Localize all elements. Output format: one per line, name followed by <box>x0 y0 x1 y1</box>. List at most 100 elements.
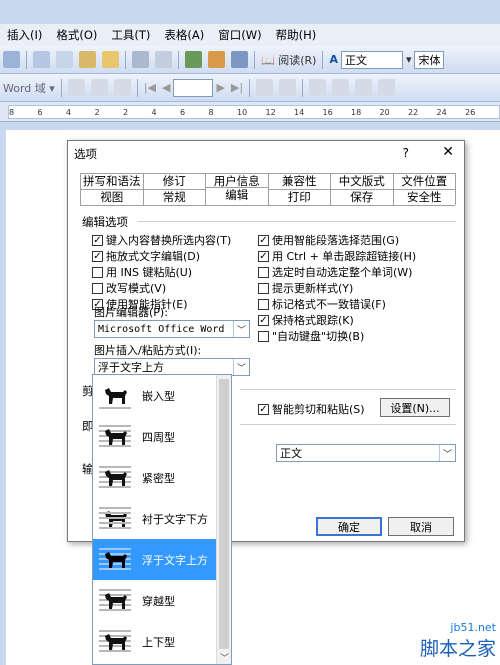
merge-to-printer-icon[interactable] <box>332 79 350 96</box>
ok-button[interactable]: 确定 <box>316 517 382 536</box>
menu-item[interactable]: 插入(I) <box>0 27 49 43</box>
edit-option-checkbox[interactable]: 标记格式不一致错误(F) <box>258 296 386 312</box>
wrap-option-item[interactable]: 上下型 <box>93 621 231 662</box>
merge-to-document-icon[interactable] <box>309 79 327 96</box>
menu-item[interactable]: 帮助(H) <box>269 27 324 43</box>
word-field-button[interactable]: Word 域 ▾ <box>3 80 55 96</box>
checkbox-box[interactable] <box>92 266 103 278</box>
tables-borders-icon[interactable] <box>208 51 225 68</box>
edit-option-checkbox[interactable]: ✓ 拖放式文字编辑(D) <box>92 248 200 264</box>
wrap-option-item[interactable]: 紧密型 <box>93 457 231 498</box>
wrap-style-dog-icon <box>99 628 131 656</box>
tab-修订[interactable]: 修订 <box>142 173 206 189</box>
checkbox-box[interactable]: ✓ <box>92 234 103 246</box>
section-divider <box>138 221 456 222</box>
chevron-down-icon[interactable]: ﹀ <box>233 321 249 337</box>
redo-icon[interactable] <box>155 51 172 68</box>
view-merged-data-icon[interactable] <box>67 79 85 96</box>
menu-item[interactable]: 窗口(W) <box>211 27 268 43</box>
chevron-down-icon[interactable]: ﹀ <box>220 651 229 664</box>
settings-button[interactable]: 设置(N)... <box>380 398 450 417</box>
checkbox-box[interactable]: ✓ <box>258 250 269 262</box>
tab-中文版式[interactable]: 中文版式 <box>330 173 394 189</box>
edit-option-checkbox[interactable]: ✓ 保持格式跟踪(K) <box>258 312 354 328</box>
chevron-down-icon[interactable]: ﹀ <box>439 445 455 461</box>
edit-option-checkbox[interactable]: ✓ 键入内容替换所选内容(T) <box>92 232 231 248</box>
smart-cut-paste-checkbox[interactable]: ✓ 智能剪切和粘贴(S) <box>258 401 365 417</box>
undo-icon[interactable] <box>132 51 149 68</box>
cancel-button[interactable]: 取消 <box>388 517 454 536</box>
last-record-icon[interactable]: ▶| <box>231 81 243 94</box>
record-number-input[interactable] <box>173 78 214 97</box>
chevron-down-icon[interactable]: ﹀ <box>233 359 249 375</box>
checkbox-box[interactable]: ✓ <box>258 234 269 246</box>
wrap-option-item[interactable]: 四周型 <box>93 416 231 457</box>
insert-table-icon[interactable] <box>231 51 248 68</box>
default-style-select[interactable]: 正文 ﹀ <box>276 444 456 462</box>
menu-item[interactable]: 表格(A) <box>157 27 211 43</box>
tab-拼写和语法[interactable]: 拼写和语法 <box>80 173 144 189</box>
dropdown-scrollbar[interactable]: ﹀ <box>216 375 231 664</box>
edit-option-checkbox[interactable]: 改写模式(V) <box>92 280 166 296</box>
wrap-option-item[interactable]: 穿越型 <box>93 580 231 621</box>
edit-option-checkbox[interactable]: "自动键盘"切换(B) <box>258 328 364 344</box>
style-combo[interactable]: 正文 <box>340 50 403 69</box>
tab-打印[interactable]: 打印 <box>267 189 331 205</box>
dialog-titlebar: 选项 ? ✕ <box>68 141 464 167</box>
merge-to-fax-icon[interactable] <box>378 79 396 96</box>
wrap-option-item[interactable]: 浮于文字上方 <box>93 539 231 580</box>
cut-icon[interactable] <box>33 51 50 68</box>
tab-编辑[interactable]: 编辑 <box>205 187 269 205</box>
menubar: 插入(I) 格式(O) 工具(T) 表格(A) 窗口(W) 帮助(H) <box>0 24 500 46</box>
wrap-style-dropdown-list[interactable]: 嵌入型 四周型 紧密型 衬于文字下方 浮于文字上方 穿越型 上下型 ﹀ <box>92 374 232 665</box>
tab-保存[interactable]: 保存 <box>330 189 394 205</box>
style-pane-icon[interactable]: A <box>329 53 338 66</box>
edit-option-checkbox[interactable]: 用 INS 键粘贴(U) <box>92 264 192 280</box>
research-icon[interactable] <box>3 51 20 68</box>
next-record-icon[interactable]: ▶ <box>216 81 224 94</box>
ruler-tick-label: 4 <box>151 108 157 117</box>
copy-icon[interactable] <box>56 51 73 68</box>
checkbox-box[interactable] <box>258 282 269 294</box>
close-button[interactable]: ✕ <box>442 144 454 160</box>
checkbox-box[interactable] <box>258 298 269 310</box>
style-combo-arrow-icon[interactable]: ▾ <box>406 53 412 66</box>
menu-item[interactable]: 格式(O) <box>49 27 104 43</box>
checkbox-label: 键入内容替换所选内容(T) <box>106 234 232 247</box>
tab-兼容性[interactable]: 兼容性 <box>267 173 331 189</box>
help-button[interactable]: ? <box>403 146 409 160</box>
reading-mode-button[interactable]: 📖 阅读(R) <box>261 52 316 68</box>
picture-editor-select[interactable]: Microsoft Office Word ﹀ <box>94 320 250 338</box>
horizontal-ruler[interactable]: 8 6 4 2 2 4 6 8 10 12 14 16 18 20 22 24 26 <box>0 102 500 122</box>
tab-视图[interactable]: 视图 <box>80 189 144 205</box>
merge-to-email-icon[interactable] <box>355 79 373 96</box>
edit-option-checkbox[interactable]: 选定时自动选定整个单词(W) <box>258 264 412 280</box>
hyperlink-icon[interactable] <box>185 51 202 68</box>
tab-常规[interactable]: 常规 <box>142 189 206 205</box>
wrap-option-item[interactable]: 衬于文字下方 <box>93 498 231 539</box>
checkbox-box[interactable] <box>258 330 269 342</box>
scrollbar-thumb[interactable] <box>219 379 229 649</box>
first-record-icon[interactable]: |◀ <box>144 81 156 94</box>
menu-item[interactable]: 工具(T) <box>104 27 157 43</box>
previous-record-icon[interactable]: ◀ <box>162 81 170 94</box>
checkbox-box[interactable]: ✓ <box>258 314 269 326</box>
tab-安全性[interactable]: 安全性 <box>392 189 456 205</box>
find-entry-icon[interactable] <box>256 79 274 96</box>
format-painter-icon[interactable] <box>102 51 119 68</box>
checkbox-box[interactable] <box>258 266 269 278</box>
edit-option-checkbox[interactable]: 提示更新样式(Y) <box>258 280 353 296</box>
wrap-option-item[interactable]: 嵌入型 <box>93 375 231 416</box>
checkbox-box[interactable]: ✓ <box>258 403 269 415</box>
font-combo[interactable]: 宋体 <box>414 50 445 69</box>
match-fields-icon[interactable] <box>113 79 131 96</box>
paste-icon[interactable] <box>79 51 96 68</box>
check-errors-icon[interactable] <box>279 79 297 96</box>
tab-文件位置[interactable]: 文件位置 <box>392 173 456 189</box>
settings-button-label: 设置(N)... <box>390 401 440 415</box>
highlight-fields-icon[interactable] <box>90 79 108 96</box>
edit-option-checkbox[interactable]: ✓ 用 Ctrl + 单击跟踪超链接(H) <box>258 248 416 264</box>
checkbox-box[interactable]: ✓ <box>92 250 103 262</box>
checkbox-box[interactable] <box>92 282 103 294</box>
edit-option-checkbox[interactable]: ✓ 使用智能段落选择范围(G) <box>258 232 399 248</box>
